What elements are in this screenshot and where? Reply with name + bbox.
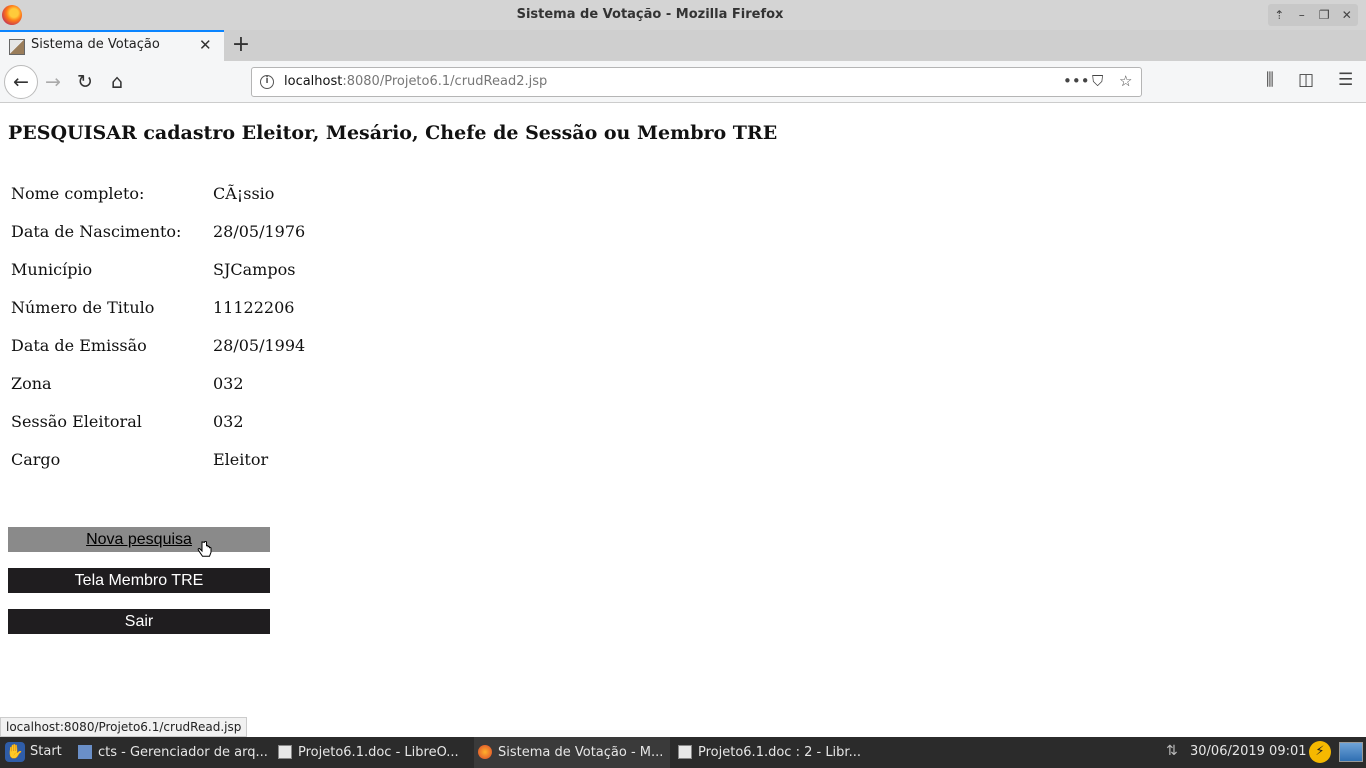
forward-arrow-icon[interactable]: → (38, 67, 68, 97)
field-value: 032 (213, 374, 244, 393)
nova-pesquisa-label: Nova pesquisa (86, 531, 192, 548)
taskbar-item-libreoffice-1[interactable]: Projeto6.1.doc - LibreO... (274, 737, 470, 768)
firefox-icon (478, 745, 492, 759)
sair-button[interactable]: Sair (8, 609, 270, 634)
window-title: Sistema de Votação - Mozilla Firefox (516, 7, 784, 22)
window-titlebar: Sistema de Votação - Mozilla Firefox ⇡ –… (0, 0, 1366, 30)
field-value: SJCampos (213, 260, 296, 279)
tela-membro-tre-button[interactable]: Tela Membro TRE (8, 568, 270, 593)
field-value: CÃ¡ssio (213, 184, 275, 203)
tab-strip: Sistema de Votação ✕ + (0, 30, 1366, 61)
folder-icon (78, 745, 92, 759)
network-icon[interactable]: ⇅ (1166, 743, 1178, 759)
field-label: Cargo (11, 450, 61, 469)
taskbar-item-label: Projeto6.1.doc - LibreO... (298, 745, 459, 760)
pocket-icon[interactable]: ⛉ (1092, 72, 1103, 90)
field-value: 28/05/1994 (213, 336, 306, 355)
more-icon[interactable]: ••• (1063, 72, 1090, 90)
url-text[interactable]: localhost:8080/Projeto6.1/crudRead2.jsp (284, 74, 547, 89)
taskbar-item-label: Projeto6.1.doc : 2 - Libr... (698, 745, 861, 760)
close-window-icon[interactable]: ✕ (1338, 8, 1356, 22)
field-value: Eleitor (213, 450, 269, 469)
nova-pesquisa-button[interactable]: Nova pesquisa (8, 527, 270, 552)
taskbar-item-libreoffice-2[interactable]: Projeto6.1.doc : 2 - Libr... (674, 737, 870, 768)
taskbar-item-label: cts - Gerenciador de arq... (98, 745, 268, 760)
start-logo-icon: ✋ (5, 742, 25, 762)
start-label: Start (30, 744, 62, 759)
tela-membro-tre-label: Tela Membro TRE (74, 572, 204, 589)
page-content: PESQUISAR cadastro Eleitor, Mesário, Che… (0, 104, 1366, 714)
new-tab-icon[interactable]: + (229, 32, 253, 57)
field-label: Nome completo: (11, 184, 145, 203)
clock[interactable]: 30/06/2019 09:01 (1190, 744, 1307, 759)
field-label: Zona (11, 374, 52, 393)
maximize-icon[interactable]: ❐ (1315, 8, 1333, 22)
tab-favicon-icon (9, 39, 25, 55)
sidebar-icon[interactable]: ◫ (1298, 70, 1314, 90)
field-label: Município (11, 260, 93, 279)
back-arrow-icon[interactable]: ← (4, 65, 38, 99)
window-shade-icon[interactable]: ⇡ (1270, 8, 1288, 22)
tab-title: Sistema de Votação (31, 37, 160, 52)
field-value: 28/05/1976 (213, 222, 306, 241)
taskbar-item-firefox[interactable]: Sistema de Votação - M... (474, 737, 670, 768)
field-value: 032 (213, 412, 244, 431)
status-link-overlay: localhost:8080/Projeto6.1/crudRead.jsp (0, 717, 248, 737)
minimize-icon[interactable]: – (1293, 8, 1311, 22)
window-controls: ⇡ – ❐ ✕ (1268, 4, 1358, 26)
close-tab-icon[interactable]: ✕ (199, 36, 212, 54)
taskbar-item-label: Sistema de Votação - M... (498, 745, 664, 760)
field-label: Data de Nascimento: (11, 222, 182, 241)
field-value: 11122206 (213, 298, 295, 317)
power-icon[interactable]: ⚡ (1309, 741, 1331, 763)
page-title: PESQUISAR cadastro Eleitor, Mesário, Che… (8, 122, 778, 144)
hamburger-icon[interactable]: ☰ (1338, 70, 1353, 90)
reload-icon[interactable]: ↻ (70, 67, 100, 97)
url-bar[interactable]: i localhost:8080/Projeto6.1/crudRead2.js… (251, 67, 1142, 97)
navigation-toolbar: ← → ↻ ⌂ i localhost:8080/Projeto6.1/crud… (0, 61, 1366, 103)
document-icon (278, 745, 292, 759)
hand-cursor-icon (197, 541, 212, 557)
library-icon[interactable]: ⫼ (1266, 70, 1274, 90)
sair-label: Sair (124, 613, 154, 630)
home-icon[interactable]: ⌂ (102, 67, 132, 97)
field-label: Número de Titulo (11, 298, 155, 317)
taskbar: ✋ Start cts - Gerenciador de arq... Proj… (0, 737, 1366, 768)
site-info-icon[interactable]: i (260, 75, 274, 89)
field-label: Sessão Eleitoral (11, 412, 142, 431)
browser-tab[interactable]: Sistema de Votação ✕ (0, 30, 224, 61)
show-desktop-icon[interactable] (1339, 742, 1363, 762)
star-icon[interactable]: ☆ (1119, 72, 1132, 90)
start-button[interactable]: ✋ Start (0, 737, 68, 768)
field-label: Data de Emissão (11, 336, 147, 355)
taskbar-item-file-manager[interactable]: cts - Gerenciador de arq... (74, 737, 270, 768)
document-icon (678, 745, 692, 759)
